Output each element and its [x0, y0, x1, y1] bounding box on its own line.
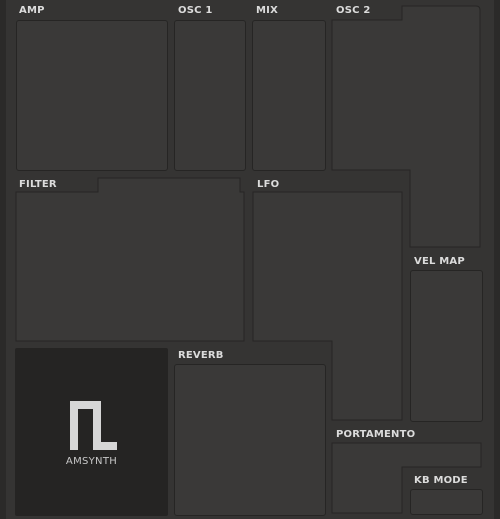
lfo-section [252, 191, 403, 421]
mix-label: MIX [256, 5, 278, 16]
amp-label: AMP [19, 5, 45, 16]
vel-map-label: VEL MAP [414, 256, 465, 267]
osc2-label: OSC 2 [336, 5, 371, 16]
filter-section [15, 177, 245, 342]
lfo-label: LFO [257, 179, 280, 190]
logo-panel: AMSYNTH [15, 348, 168, 516]
kb-mode-label: KB MODE [414, 475, 468, 486]
portamento-label: PORTAMENTO [336, 429, 416, 440]
filter-label: FILTER [19, 179, 57, 190]
osc1-label: OSC 1 [178, 5, 213, 16]
amsynth-logo-icon [70, 401, 117, 450]
logo-text: AMSYNTH [65, 456, 118, 467]
reverb-label: REVERB [178, 350, 224, 361]
